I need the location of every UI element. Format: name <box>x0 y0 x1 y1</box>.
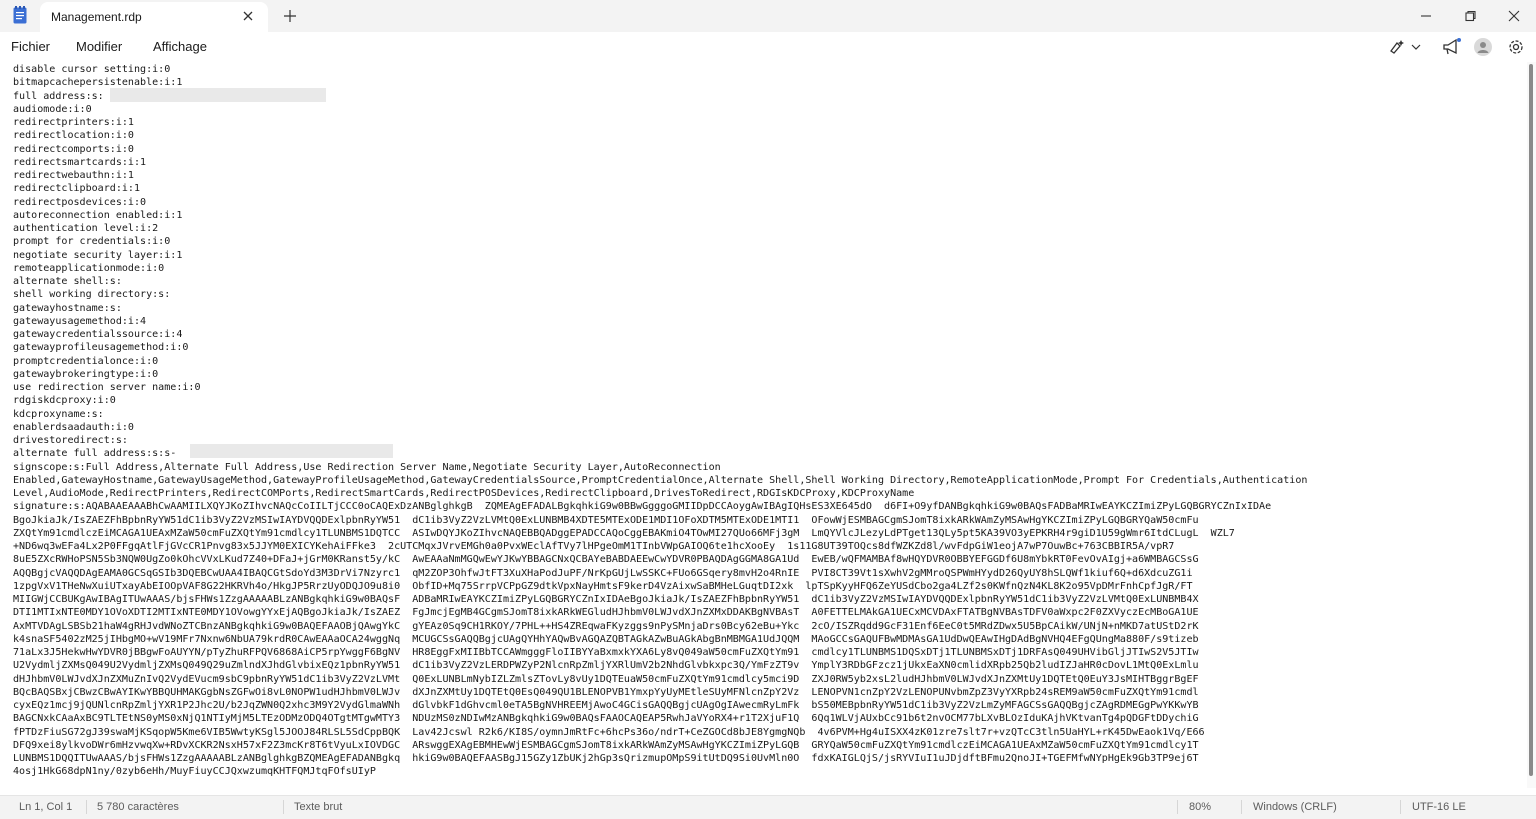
text-line[interactable]: 71aLx3J5HekwHwYDVR0jBBgwFoAUYYN/pTyZhuRF… <box>13 647 1199 658</box>
text-line[interactable]: signature:s:AQABAAEAAABhCwAAMIILXQYJKoZI… <box>13 501 1271 512</box>
close-icon <box>1508 10 1520 22</box>
avatar[interactable] <box>1474 38 1492 56</box>
close-window-button[interactable] <box>1491 0 1535 32</box>
notepad-icon <box>13 6 27 24</box>
line-ending[interactable]: Windows (CRLF) <box>1253 801 1337 813</box>
text-line[interactable]: autoreconnection enabled:i:1 <box>13 210 182 221</box>
text-line[interactable]: gatewayusagemethod:i:4 <box>13 316 146 327</box>
menu-bar: Fichier Modifier Affichage <box>0 32 1536 62</box>
text-line[interactable]: redirectlocation:i:0 <box>13 130 134 141</box>
vertical-scrollbar[interactable] <box>1527 62 1536 788</box>
chevron-down-icon[interactable] <box>1410 37 1422 57</box>
title-bar: Management.rdp <box>0 0 1536 32</box>
menu-edit[interactable]: Modifier <box>76 39 122 54</box>
text-line[interactable]: use redirection server name:i:0 <box>13 382 201 393</box>
text-line[interactable]: 1zpgVxV1THeNwXuiUTxayAbEIOOpVAF8G22HKRVh… <box>13 581 1193 592</box>
text-line[interactable]: promptcredentialonce:i:0 <box>13 356 158 367</box>
text-line[interactable]: redirectclipboard:i:1 <box>13 183 140 194</box>
gear-icon[interactable] <box>1506 37 1526 57</box>
text-line[interactable]: redirectposdevices:i:0 <box>13 197 146 208</box>
text-line[interactable]: enablerdsaadauth:i:0 <box>13 422 134 433</box>
text-line[interactable]: redirectcomports:i:0 <box>13 144 134 155</box>
text-line[interactable]: gatewaycredentialssource:i:4 <box>13 329 182 340</box>
redacted-region <box>110 88 326 102</box>
text-line[interactable]: ZXQtYm91cmdlczEiMCAGA1UEAxMZaW50cmFuZXQt… <box>13 528 1235 539</box>
text-line[interactable]: AxMTVDAgLSBSb21haW4gRHJvdWNoZTCBnzANBgkq… <box>13 621 1199 632</box>
close-icon[interactable] <box>241 9 255 23</box>
text-line[interactable]: gatewayhostname:s: <box>13 303 122 314</box>
divider <box>283 800 284 814</box>
text-line[interactable]: alternate shell:s: <box>13 276 122 287</box>
redacted-region <box>190 444 393 458</box>
text-format: Texte brut <box>294 801 343 813</box>
text-line[interactable]: MIIGWjCCBUKgAwIBAgITUwAAAS/bjsFHWs1ZzgAA… <box>13 594 1199 605</box>
text-line[interactable]: BgoJkiaJk/IsZAEZFhBpbnRyYW51dC1ib3VyZ2Vz… <box>13 515 1199 526</box>
text-line[interactable]: prompt for credentials:i:0 <box>13 236 170 247</box>
profile-icon <box>1477 42 1489 53</box>
text-line[interactable]: k4snaSF5402zM25jIHbgMO+wV19MFr7Nxnw6NbUA… <box>13 634 1199 645</box>
text-line[interactable]: redirectprinters:i:1 <box>13 117 134 128</box>
tab-title: Management.rdp <box>51 10 142 24</box>
text-line[interactable]: drivestoredirect:s: <box>13 435 128 446</box>
text-editor[interactable]: disable cursor setting:i:0 bitmapcachepe… <box>0 62 1526 788</box>
minimize-button[interactable] <box>1403 0 1447 32</box>
megaphone-icon[interactable] <box>1441 37 1463 57</box>
text-line[interactable]: fPTDzFiuSG72gJ39swaMjKSqopW5Kme6VIB5Wwty… <box>13 727 1205 738</box>
text-line[interactable]: remoteapplicationmode:i:0 <box>13 263 164 274</box>
text-line[interactable]: 4osj1HkG68dpN1ny/0zyb6eHh/MuyFiuyCCJQxwz… <box>13 766 376 777</box>
zoom-level[interactable]: 80% <box>1189 801 1211 813</box>
text-line[interactable]: Level,AudioMode,RedirectPrinters,Redirec… <box>13 488 914 499</box>
divider <box>1241 800 1242 814</box>
text-line[interactable]: authentication level:i:2 <box>13 223 158 234</box>
text-line[interactable]: redirectwebauthn:i:1 <box>13 170 134 181</box>
copilot-icon[interactable] <box>1388 37 1408 57</box>
text-line[interactable]: gatewaybrokeringtype:i:0 <box>13 369 158 380</box>
character-count: 5 780 caractères <box>97 801 179 813</box>
encoding[interactable]: UTF-16 LE <box>1412 801 1466 813</box>
text-line[interactable]: 8uE5ZXcRWHoPSN5Sb3NQW0UgZo0kOhcVVxLKud7Z… <box>13 554 1199 565</box>
text-line[interactable]: kdcproxyname:s: <box>13 409 104 420</box>
divider <box>86 800 87 814</box>
text-line[interactable]: LUNBMS1DQQITUwAAAS/bjsFHWs1ZzgAAAAABLzAN… <box>13 753 1199 764</box>
tab-management-rdp[interactable]: Management.rdp <box>40 2 268 32</box>
text-line[interactable]: BAGCNxkCAaAxBC9TLTEtNS0yMS0xNjQ1NTIyMjM5… <box>13 713 1199 724</box>
text-line[interactable]: shell working directory:s: <box>13 289 170 300</box>
text-line[interactable]: rdgiskdcproxy:i:0 <box>13 395 116 406</box>
divider <box>1177 800 1178 814</box>
text-line[interactable]: signscope:s:Full Address,Alternate Full … <box>13 462 721 473</box>
minimize-icon <box>1421 15 1431 17</box>
text-line[interactable]: gatewayprofileusagemethod:i:0 <box>13 342 188 353</box>
text-line[interactable]: redirectsmartcards:i:1 <box>13 157 146 168</box>
text-line[interactable]: DFQ9xei8ylkvoDWr6mHzvwqXw+RDvXCKR2NsxH57… <box>13 740 1199 751</box>
text-line[interactable]: AQQBgjcVAQQDAgEAMA0GCSqGSIb3DQEBCwUAA4IB… <box>13 568 1193 579</box>
document-text[interactable]: disable cursor setting:i:0 bitmapcachepe… <box>13 63 1307 779</box>
text-line[interactable]: BQcBAQSBxjCBwzCBwAYIKwYBBQUHMAKGgbNsZGFw… <box>13 687 1199 698</box>
text-line[interactable]: alternate full address:s:s- <box>13 448 176 459</box>
maximize-button[interactable] <box>1447 0 1491 32</box>
maximize-icon <box>1465 10 1476 22</box>
text-line[interactable]: negotiate security layer:i:1 <box>13 250 182 261</box>
menu-view[interactable]: Affichage <box>153 39 207 54</box>
text-line[interactable]: full address:s: <box>13 91 104 102</box>
text-line[interactable]: Enabled,GatewayHostname,GatewayUsageMeth… <box>13 475 1307 486</box>
text-line[interactable]: bitmapcachepersistenable:i:1 <box>13 77 182 88</box>
plus-icon[interactable] <box>282 8 298 24</box>
text-line[interactable]: audiomode:i:0 <box>13 104 92 115</box>
menu-file[interactable]: Fichier <box>11 39 50 54</box>
divider <box>1400 800 1401 814</box>
text-line[interactable]: DTI1MTIxNTE0MDY1OVoXDTI2MTIxNTE0MDY1OVow… <box>13 607 1199 618</box>
text-line[interactable]: U2VydmljZXMsQ049U2VydmljZXMsQ049Q29uZmln… <box>13 660 1199 671</box>
text-line[interactable]: disable cursor setting:i:0 <box>13 64 170 75</box>
text-line[interactable]: dHJhbmV0LWJvdXJnZXMuZnIvQ2VydEVucm9sbC9p… <box>13 674 1199 685</box>
cursor-position: Ln 1, Col 1 <box>19 801 73 813</box>
text-line[interactable]: +ND6wq3wEFa4Lx2P0FFgqAtlFjGVcCR1Pnvg83x5… <box>13 541 1174 552</box>
status-bar: Ln 1, Col 1 5 780 caractères Texte brut … <box>0 795 1536 819</box>
scrollbar-thumb[interactable] <box>1529 64 1533 776</box>
text-line[interactable]: cyxEQz1mcj9jQUNlcnRpZmljYXR1P2Jhc2U/b2Jq… <box>13 700 1199 711</box>
